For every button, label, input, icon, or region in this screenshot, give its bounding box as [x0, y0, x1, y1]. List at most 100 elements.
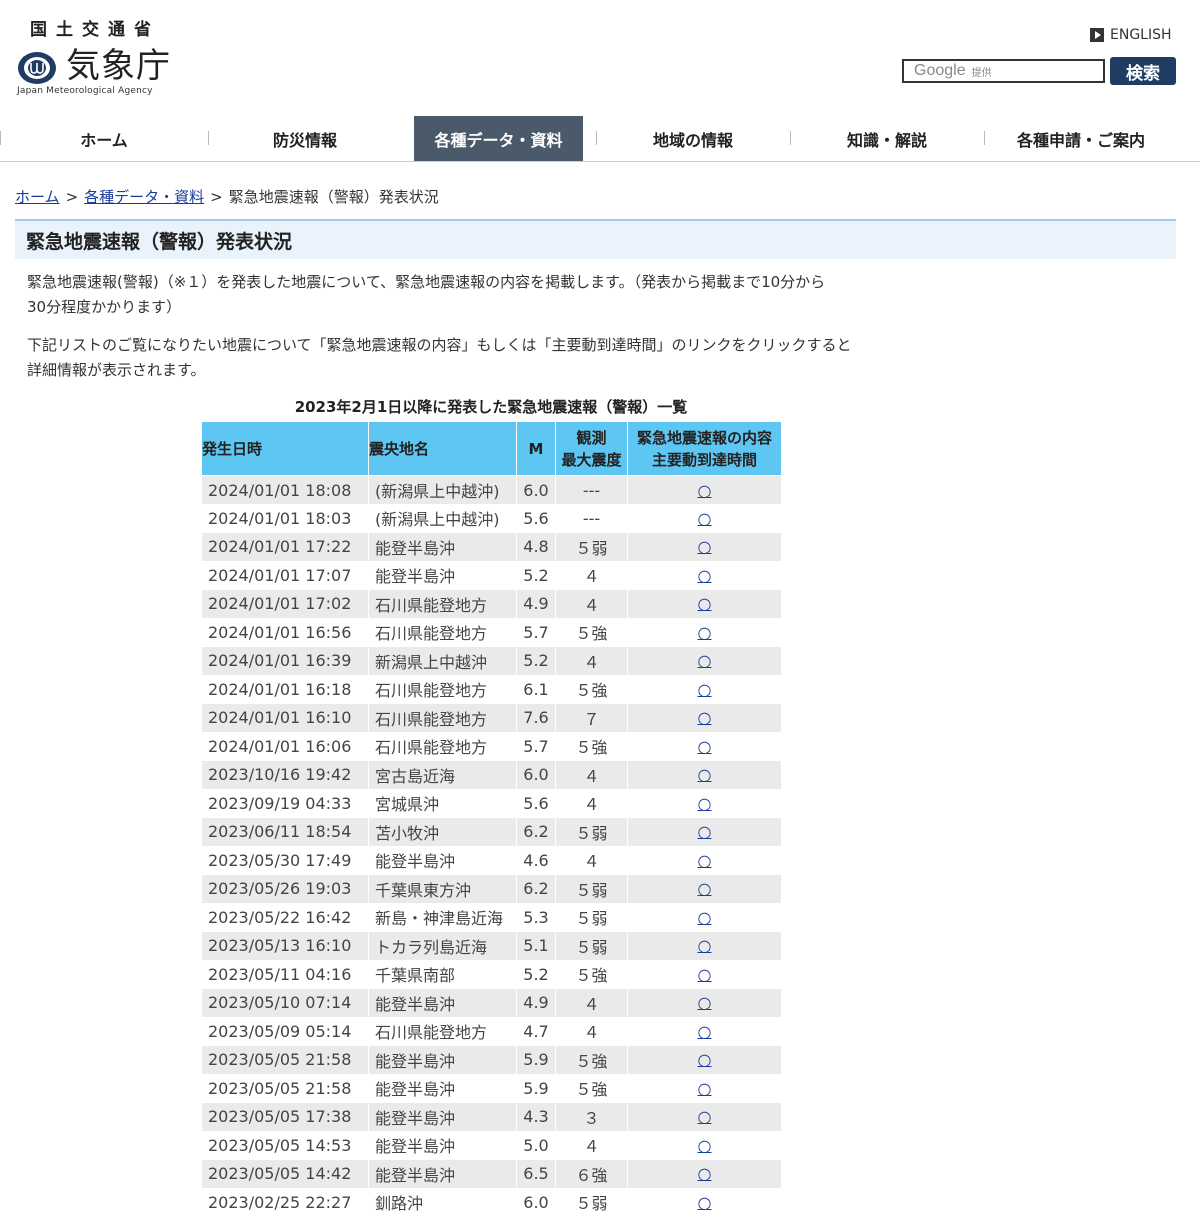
nav-item-knowledge[interactable]: 知識・解説 [790, 116, 984, 161]
cell-warning-link-container: ○ [627, 675, 782, 704]
cell-magnitude: 6.0 [516, 1188, 556, 1217]
cell-datetime: 2023/05/05 21:58 [201, 1045, 369, 1074]
cell-datetime: 2024/01/01 17:07 [201, 561, 369, 590]
search-button[interactable]: 検索 [1110, 57, 1176, 85]
table-row: 2023/05/05 17:38 能登半島沖 4.3 ３ ○ [201, 1102, 782, 1131]
warning-detail-link[interactable]: ○ [698, 1079, 712, 1098]
warning-detail-link[interactable]: ○ [698, 509, 712, 528]
breadcrumb-home-link[interactable]: ホーム [15, 186, 60, 207]
nav-item-regional-info[interactable]: 地域の情報 [596, 116, 790, 161]
warning-detail-link[interactable]: ○ [698, 623, 712, 642]
table-row: 2023/02/25 22:27 釧路沖 6.0 ５弱 ○ [201, 1188, 782, 1217]
cell-magnitude: 6.2 [516, 817, 556, 846]
cell-magnitude: 6.5 [516, 1159, 556, 1188]
cell-max-intensity: ５弱 [555, 931, 628, 960]
cell-datetime: 2024/01/01 16:56 [201, 618, 369, 647]
cell-magnitude: 4.6 [516, 846, 556, 875]
jma-logo-icon[interactable] [16, 50, 58, 86]
header-epicenter: 震央地名 [368, 421, 517, 476]
cell-warning-link-container: ○ [627, 1159, 782, 1188]
warning-detail-link[interactable]: ○ [698, 879, 712, 898]
agency-name[interactable]: 気象庁 [66, 44, 171, 88]
earthquake-warning-table: 発生日時 震央地名 M 観測 最大震度 緊急地震速報の内容 主要動到達時間 20… [201, 421, 782, 1217]
warning-detail-link[interactable]: ○ [698, 794, 712, 813]
warning-detail-link[interactable]: ○ [698, 765, 712, 784]
warning-detail-link[interactable]: ○ [698, 822, 712, 841]
nav-item-data[interactable]: 各種データ・資料 [414, 116, 583, 161]
cell-epicenter: 能登半島沖 [368, 1045, 517, 1074]
warning-detail-link[interactable]: ○ [698, 481, 712, 500]
cell-max-intensity: ５弱 [555, 817, 628, 846]
search-input[interactable]: Google 提供 [902, 59, 1105, 83]
header-warning-content: 緊急地震速報の内容 主要動到達時間 [627, 421, 782, 476]
cell-warning-link-container: ○ [627, 760, 782, 789]
cell-datetime: 2023/05/11 04:16 [201, 960, 369, 989]
header-intensity-line-2: 最大震度 [561, 450, 622, 469]
cell-magnitude: 6.2 [516, 874, 556, 903]
warning-detail-link[interactable]: ○ [698, 1022, 712, 1041]
cell-max-intensity: --- [555, 504, 628, 533]
warning-detail-link[interactable]: ○ [698, 936, 712, 955]
cell-magnitude: 5.2 [516, 561, 556, 590]
warning-detail-link[interactable]: ○ [698, 1107, 712, 1126]
table-row: 2024/01/01 18:03 (新潟県上中越沖) 5.6 --- ○ [201, 504, 782, 533]
cell-max-intensity: ４ [555, 846, 628, 875]
breadcrumb-separator: > [210, 187, 223, 206]
cell-warning-link-container: ○ [627, 817, 782, 846]
warning-detail-link[interactable]: ○ [698, 737, 712, 756]
header-max-intensity: 観測 最大震度 [555, 421, 628, 476]
cell-datetime: 2023/06/11 18:54 [201, 817, 369, 846]
warning-detail-link[interactable]: ○ [698, 1050, 712, 1069]
warning-detail-link[interactable]: ○ [698, 851, 712, 870]
cell-datetime: 2024/01/01 18:03 [201, 504, 369, 533]
nav-item-disaster-info[interactable]: 防災情報 [208, 116, 402, 161]
nav-item-home[interactable]: ホーム [0, 116, 208, 161]
cell-max-intensity: ４ [555, 1017, 628, 1046]
warning-detail-link[interactable]: ○ [698, 651, 712, 670]
warning-detail-link[interactable]: ○ [698, 594, 712, 613]
intro-line-2: 30分程度かかります） [27, 298, 182, 316]
cell-warning-link-container: ○ [627, 1102, 782, 1131]
warning-detail-link[interactable]: ○ [698, 566, 712, 585]
cell-warning-link-container: ○ [627, 732, 782, 761]
warning-detail-link[interactable]: ○ [698, 1136, 712, 1155]
warning-detail-link[interactable]: ○ [698, 965, 712, 984]
table-row: 2024/01/01 16:39 新潟県上中越沖 5.2 ４ ○ [201, 646, 782, 675]
cell-max-intensity: ５弱 [555, 1188, 628, 1217]
cell-datetime: 2023/05/26 19:03 [201, 874, 369, 903]
warning-detail-link[interactable]: ○ [698, 1193, 712, 1212]
cell-epicenter: トカラ列島近海 [368, 931, 517, 960]
cell-max-intensity: ５強 [555, 960, 628, 989]
table-row: 2023/06/11 18:54 苫小牧沖 6.2 ５弱 ○ [201, 817, 782, 846]
english-link[interactable]: ENGLISH [1090, 27, 1172, 43]
cell-max-intensity: ６強 [555, 1159, 628, 1188]
cell-magnitude: 6.1 [516, 675, 556, 704]
cell-warning-link-container: ○ [627, 1131, 782, 1160]
warning-detail-link[interactable]: ○ [698, 680, 712, 699]
cell-max-intensity: ４ [555, 1131, 628, 1160]
breadcrumb-data-link[interactable]: 各種データ・資料 [84, 186, 204, 207]
agency-english-name: Japan Meteorological Agency [17, 86, 153, 96]
warning-detail-link[interactable]: ○ [698, 537, 712, 556]
cell-max-intensity: ５弱 [555, 532, 628, 561]
warning-detail-link[interactable]: ○ [698, 708, 712, 727]
cell-max-intensity: ３ [555, 1102, 628, 1131]
instruction-line-1: 下記リストのご覧になりたい地震について「緊急地震速報の内容」もしくは「主要動到達… [27, 336, 852, 354]
cell-magnitude: 5.7 [516, 618, 556, 647]
cell-warning-link-container: ○ [627, 561, 782, 590]
cell-epicenter: 能登半島沖 [368, 846, 517, 875]
warning-detail-link[interactable]: ○ [698, 993, 712, 1012]
cell-max-intensity: ５強 [555, 1074, 628, 1103]
instruction-line-2: 詳細情報が表示されます。 [27, 361, 206, 379]
table-row: 2023/05/13 16:10 トカラ列島近海 5.1 ５弱 ○ [201, 931, 782, 960]
cell-magnitude: 5.6 [516, 789, 556, 818]
cell-warning-link-container: ○ [627, 789, 782, 818]
header-intensity-line-1: 観測 [576, 428, 607, 447]
cell-magnitude: 5.3 [516, 903, 556, 932]
cell-datetime: 2023/05/05 14:53 [201, 1131, 369, 1160]
warning-detail-link[interactable]: ○ [698, 908, 712, 927]
cell-magnitude: 4.8 [516, 532, 556, 561]
warning-detail-link[interactable]: ○ [698, 1164, 712, 1183]
cell-max-intensity: ５強 [555, 1045, 628, 1074]
nav-item-applications[interactable]: 各種申請・ご案内 [984, 116, 1178, 161]
